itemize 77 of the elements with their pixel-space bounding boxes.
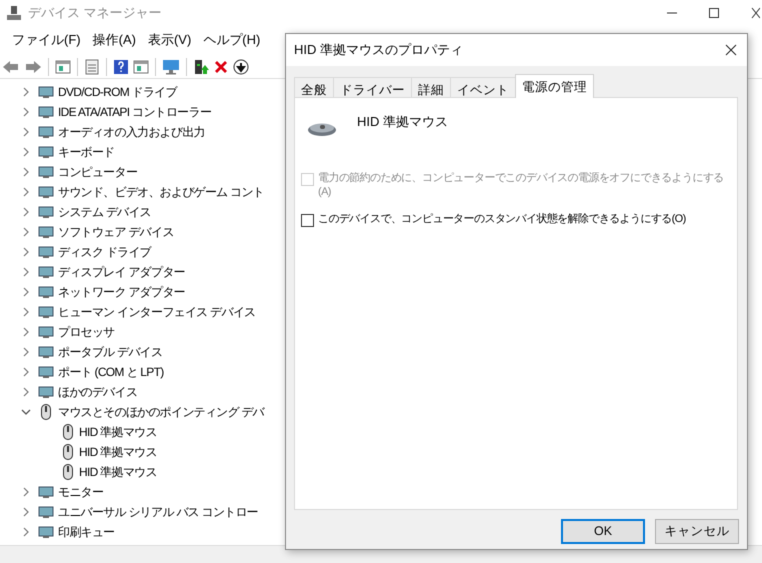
device-icon (38, 204, 54, 220)
tree-item[interactable]: プロセッサ (58, 323, 115, 341)
panel-icon[interactable] (55, 58, 71, 74)
tree-item[interactable]: ヒューマン インターフェイス デバイス (58, 303, 256, 321)
device-icon (38, 524, 54, 540)
tree-item[interactable]: システム デバイス (58, 203, 152, 221)
tree-item[interactable]: ネットワーク アダプター (58, 283, 185, 301)
device-icon (38, 284, 54, 300)
menu-item[interactable]: 表示(V) (142, 28, 198, 52)
tree-item[interactable]: マウスとそのほかのポインティング デバ (58, 403, 264, 421)
ok-button[interactable]: OK (561, 519, 645, 544)
tree-item[interactable]: サウンド、ビデオ、およびゲーム コント (58, 183, 264, 201)
close-icon[interactable] (725, 44, 737, 56)
tab[interactable]: イベント (450, 77, 516, 98)
update-driver-icon[interactable] (193, 58, 209, 74)
device-icon (38, 84, 54, 100)
tree-item[interactable]: ポート (COM と LPT) (58, 363, 164, 381)
download-icon[interactable] (233, 58, 249, 74)
tree-item[interactable]: 印刷キュー (58, 523, 115, 541)
tree-item[interactable]: IDE ATA/ATAPI コントローラー (58, 103, 212, 121)
device-icon (38, 344, 54, 360)
device-icon (38, 504, 54, 520)
menu-item[interactable]: 操作(A) (86, 28, 142, 52)
window-title: デバイス マネージャー (28, 4, 162, 22)
device-icon (38, 304, 54, 320)
back-icon[interactable] (2, 58, 20, 74)
tree-item[interactable]: HID 準拠マウス (79, 423, 157, 441)
checkbox-label: 電力の節約のために、コンピューターでこのデバイスの電源をオフにできるようにする(A) (318, 172, 725, 200)
tree-item[interactable]: コンピューター (58, 163, 138, 181)
tree-item[interactable]: ディスプレイ アダプター (58, 263, 185, 281)
mouse-icon (60, 464, 76, 480)
device-icon (38, 324, 54, 340)
device-name: HID 準拠マウス (357, 113, 448, 131)
tree-item[interactable]: ほかのデバイス (58, 383, 138, 401)
device-icon (38, 164, 54, 180)
device-icon (38, 124, 54, 140)
device-icon (38, 484, 54, 500)
device-icon (38, 144, 54, 160)
checkbox[interactable] (301, 214, 314, 226)
help-icon[interactable] (113, 58, 129, 74)
device-icon (38, 224, 54, 240)
device-icon (38, 384, 54, 400)
delete-icon[interactable] (213, 58, 229, 74)
tree-item[interactable]: ポータブル デバイス (58, 343, 162, 361)
tree-item[interactable]: DVD/CD-ROM ドライブ (58, 83, 177, 101)
tree-item[interactable]: ユニバーサル シリアル バス コントロー (58, 503, 258, 521)
tab[interactable]: ドライバー (333, 77, 412, 98)
app-icon (6, 4, 22, 20)
tab[interactable]: 詳細 (411, 77, 451, 98)
dialog-title: HID 準拠マウスのプロパティ (294, 41, 463, 60)
forward-icon[interactable] (24, 58, 42, 74)
mouse-icon (60, 444, 76, 460)
tab[interactable]: 全般 (294, 77, 334, 98)
close-icon[interactable] (750, 6, 760, 18)
panel-icon[interactable] (133, 58, 149, 74)
mouse-icon (60, 424, 76, 440)
tab[interactable]: 電源の管理 (515, 74, 594, 98)
tree-item[interactable]: オーディオの入力および出力 (58, 123, 205, 141)
tree-item[interactable]: モニター (58, 483, 104, 501)
device-icon (38, 184, 54, 200)
mouse-icon (38, 404, 54, 420)
menu-item[interactable]: ヘルプ(H) (197, 28, 266, 52)
menu-item[interactable]: ファイル(F) (6, 28, 87, 52)
tree-item[interactable]: ソフトウェア デバイス (58, 223, 174, 241)
monitor-icon[interactable] (162, 58, 180, 74)
checkbox-label[interactable]: このデバイスで、コンピューターのスタンバイ状態を解除できるようにする(O) (318, 212, 686, 226)
properties-icon[interactable] (84, 58, 100, 74)
tree-item[interactable]: HID 準拠マウス (79, 463, 157, 481)
device-icon (38, 364, 54, 380)
tree-item[interactable]: ディスク ドライブ (58, 243, 152, 261)
device-icon (38, 244, 54, 260)
maximize-icon[interactable] (708, 6, 720, 18)
cancel-button[interactable]: キャンセル (655, 519, 739, 544)
tree-item[interactable]: HID 準拠マウス (79, 443, 157, 461)
device-icon (38, 104, 54, 120)
device-icon (38, 264, 54, 280)
tree-item[interactable]: キーボード (58, 143, 115, 161)
